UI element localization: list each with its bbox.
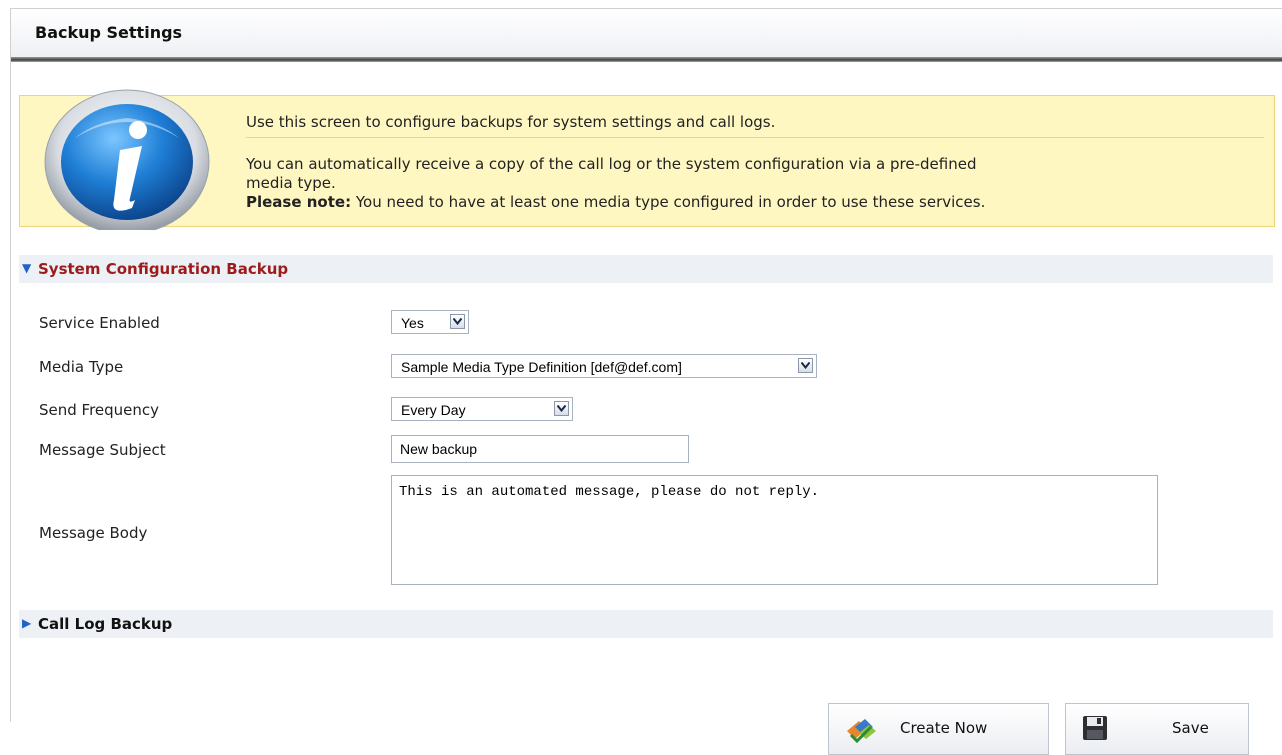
info-note-label: Please note: xyxy=(246,193,352,211)
expanded-arrow-icon: ▼ xyxy=(22,261,32,275)
message-subject-input[interactable]: New backup xyxy=(391,435,689,463)
section-title-call-log-backup: Call Log Backup xyxy=(38,615,173,633)
service-enabled-value: Yes xyxy=(401,315,424,331)
create-now-label: Create Now xyxy=(900,719,988,737)
section-header-call-log-backup[interactable]: ▶ Call Log Backup xyxy=(19,610,1273,638)
backup-settings-panel: Backup Settings Use this screen to confi… xyxy=(10,8,1282,755)
chevron-down-icon[interactable] xyxy=(450,314,465,329)
create-now-button[interactable]: Create Now xyxy=(828,703,1049,755)
info-text-intro: Use this screen to configure backups for… xyxy=(246,113,776,131)
title-divider xyxy=(11,57,1282,62)
save-label: Save xyxy=(1172,719,1209,737)
message-body-textarea[interactable]: This is an automated message, please do … xyxy=(391,475,1158,585)
chevron-down-icon[interactable] xyxy=(554,401,569,416)
title-bar: Backup Settings xyxy=(11,9,1282,57)
label-send-frequency: Send Frequency xyxy=(39,401,160,419)
collapsed-arrow-icon: ▶ xyxy=(22,616,32,630)
chevron-down-icon[interactable] xyxy=(798,358,813,373)
label-message-body: Message Body xyxy=(39,524,148,542)
save-button[interactable]: Save xyxy=(1065,703,1249,755)
info-text-detail-cont: media type. xyxy=(246,174,336,192)
send-frequency-value: Every Day xyxy=(401,402,466,418)
media-type-value: Sample Media Type Definition [def@def.co… xyxy=(401,359,682,375)
label-media-type: Media Type xyxy=(39,358,124,376)
info-note-text: You need to have at least one media type… xyxy=(351,193,986,211)
info-box: Use this screen to configure backups for… xyxy=(19,89,1275,230)
page-title: Backup Settings xyxy=(35,23,183,42)
service-enabled-select[interactable]: Yes xyxy=(391,310,469,334)
info-divider xyxy=(246,137,1264,138)
media-type-select[interactable]: Sample Media Type Definition [def@def.co… xyxy=(391,354,817,378)
floppy-disk-icon xyxy=(1083,716,1107,740)
section-title-system-backup: System Configuration Backup xyxy=(38,260,289,278)
info-note: Please note: You need to have at least o… xyxy=(246,193,985,211)
label-service-enabled: Service Enabled xyxy=(39,314,160,332)
send-frequency-select[interactable]: Every Day xyxy=(391,397,573,421)
info-text-detail: You can automatically receive a copy of … xyxy=(246,155,977,173)
section-header-system-backup[interactable]: ▼ System Configuration Backup xyxy=(19,255,1273,283)
info-icon xyxy=(44,89,210,230)
label-message-subject: Message Subject xyxy=(39,441,166,459)
